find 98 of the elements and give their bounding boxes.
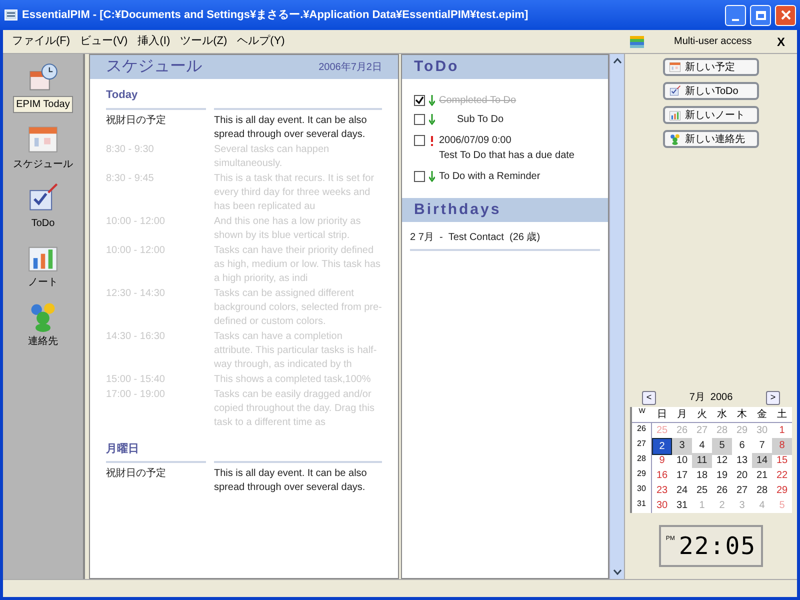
todo-text[interactable]: Test To Do that has a due date [439, 148, 574, 163]
calendar-day[interactable]: 10 [672, 453, 692, 468]
menu-item[interactable]: ファイル(F) [7, 33, 76, 50]
clock-time: 22:05 [678, 531, 756, 561]
exclamation-icon [429, 135, 435, 146]
calendar-day[interactable]: 2 [652, 438, 672, 455]
calendar-day[interactable]: 14 [752, 453, 772, 468]
close-pane-button[interactable]: X [768, 32, 793, 50]
calendar-day[interactable]: 11 [692, 453, 712, 468]
down-arrow-icon [429, 171, 435, 182]
scrollbar[interactable] [609, 54, 624, 579]
sidebar-item[interactable]: EPIM Today [13, 96, 73, 113]
calendar-day[interactable]: 16 [652, 468, 672, 483]
menu-item[interactable]: ヘルプ(Y) [232, 33, 290, 50]
schedule-date: 2006年7月2日 [318, 60, 382, 74]
calendar-day[interactable]: 18 [692, 468, 712, 483]
weekday-label: 日 [656, 408, 668, 422]
next-month-button[interactable]: > [766, 390, 780, 404]
calendar-day[interactable]: 27 [732, 483, 752, 498]
calendar-day[interactable]: 21 [752, 468, 772, 483]
weekday-label: 水 [716, 408, 728, 422]
new-item-button[interactable]: 新しいノート [663, 106, 759, 124]
window-title: EssentialPIM - [C:¥Documents and Settings¥まさるー.¥Application Data¥EssentialPIM¥test.epim] [22, 8, 530, 23]
entry-time: 祝財日の予定 [106, 467, 167, 481]
todo-text[interactable]: To Do with a Reminder [439, 169, 540, 184]
weekday-label: 金 [756, 408, 768, 422]
calendar-day[interactable]: 13 [732, 453, 752, 468]
entry-text[interactable]: This is all day event. It can be also spread through over several days. [214, 114, 382, 142]
weekday-label: 木 [736, 408, 748, 422]
down-arrow-icon [429, 114, 435, 125]
calendar-day[interactable]: 26 [712, 483, 732, 498]
calendar-day[interactable]: 17 [672, 468, 692, 483]
calendar-day[interactable]: 24 [672, 483, 692, 498]
checkbox[interactable] [414, 95, 425, 106]
menu-item[interactable]: ツール(Z) [175, 33, 232, 50]
down-arrow-icon [429, 95, 435, 106]
calendar-day[interactable]: 31 [672, 498, 692, 513]
calendar-day[interactable]: 6 [732, 438, 752, 455]
bar-chart-icon [669, 109, 681, 121]
entry-time: 祝財日の予定 [106, 114, 167, 128]
due-date: 2006/07/09 0:00 [439, 134, 512, 148]
checkbox[interactable] [414, 114, 425, 125]
menu-item[interactable]: ビュー(V) [75, 33, 133, 50]
calendar-day[interactable]: 19 [712, 468, 732, 483]
people-icon [669, 133, 681, 145]
sidebar-item[interactable]: ノート [26, 275, 60, 290]
color-stripes-icon [630, 36, 644, 48]
calendar-day[interactable]: 20 [732, 468, 752, 483]
calendar-icon [669, 61, 681, 73]
day-heading: Today [106, 88, 139, 103]
multi-user-label: Multi-user access [674, 35, 753, 49]
calendar-day[interactable]: 25 [692, 483, 712, 498]
maximize-button[interactable] [750, 4, 771, 26]
calendar-day[interactable]: 1 [772, 423, 792, 438]
app-icon [4, 8, 18, 22]
month-label: 7月 2006 [689, 391, 733, 405]
new-item-button[interactable]: 新しいToDo [663, 82, 759, 100]
new-item-button[interactable]: 新しい予定 [663, 58, 759, 76]
calendar-day[interactable]: 9 [652, 453, 672, 468]
weekday-label: 火 [696, 408, 708, 422]
entry-text[interactable]: This is all day event. It can be also spread through over several days. [214, 467, 382, 495]
calendar-day[interactable]: 30 [652, 498, 672, 513]
week-number: 26 [632, 423, 652, 438]
close-icon [780, 10, 790, 20]
prev-month-button[interactable]: < [642, 390, 656, 404]
weekday-label: 月 [676, 408, 688, 422]
sidebar-item[interactable]: スケジュール [11, 157, 75, 172]
calendar-day[interactable]: 7 [752, 438, 772, 455]
panel-title: Birthdays [414, 200, 502, 220]
new-item-button[interactable]: 新しい連絡先 [663, 130, 759, 148]
calendar-day[interactable]: 4 [692, 438, 712, 455]
minimize-button[interactable] [725, 4, 746, 26]
sidebar-item[interactable]: 連絡先 [26, 334, 60, 349]
close-button[interactable] [775, 4, 796, 26]
menu-item[interactable]: 挿入(I) [132, 33, 176, 50]
checkbox[interactable] [414, 171, 425, 182]
day-heading: 月曜日 [106, 442, 140, 456]
checkmark-icon [415, 96, 424, 105]
calendar-day[interactable]: 12 [712, 453, 732, 468]
calendar-day[interactable]: 23 [652, 483, 672, 498]
week-number: 28 [632, 453, 652, 468]
calendar-day[interactable]: 3 [672, 438, 692, 455]
calendar-day[interactable]: 5 [712, 438, 732, 455]
panel-title: スケジュール [106, 57, 202, 77]
week-number: 31 [632, 498, 652, 513]
calendar-day[interactable]: 15 [772, 453, 792, 468]
birthday-entry[interactable]: 2 7月 - Test Contact (26 歳) [410, 230, 600, 251]
checklist-icon [669, 85, 681, 97]
panel-title: ToDo [414, 56, 460, 77]
weekday-label: 土 [776, 408, 788, 422]
calendar-day[interactable]: 28 [752, 483, 772, 498]
week-number: 29 [632, 468, 652, 483]
sidebar-item[interactable]: ToDo [29, 216, 57, 231]
week-number: 30 [632, 483, 652, 498]
calendar-day[interactable]: 29 [772, 483, 792, 498]
calendar-day[interactable]: 22 [772, 468, 792, 483]
checkbox[interactable] [414, 135, 425, 146]
todo-text[interactable]: Sub To Do [457, 112, 504, 127]
